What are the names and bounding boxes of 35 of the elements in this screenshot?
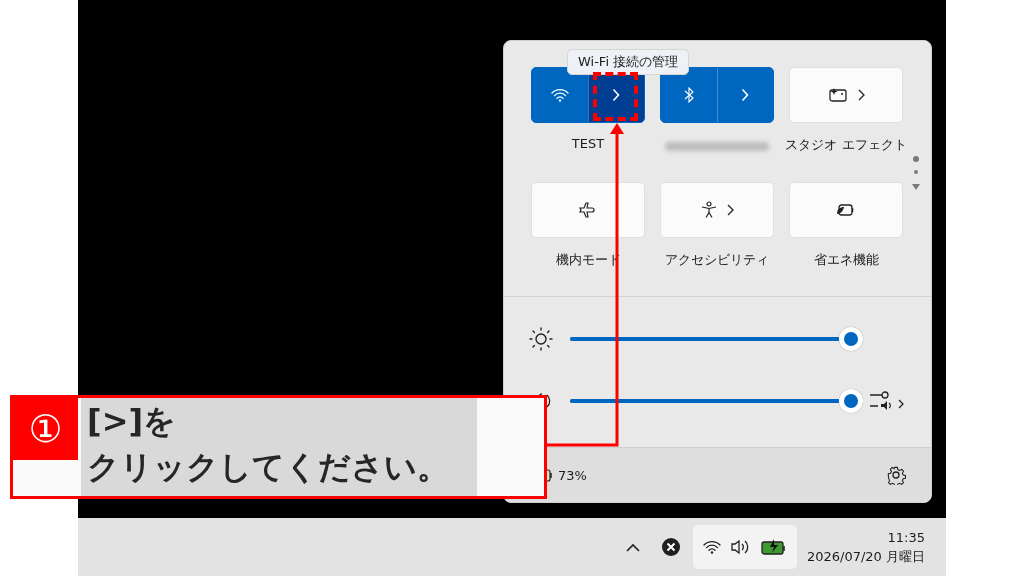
toggle-tile[interactable] [660, 67, 774, 123]
chevron-icon [612, 88, 621, 102]
chevron-icon [857, 89, 865, 101]
tooltip: Wi-Fi 接続の管理 [567, 49, 690, 75]
instruction-text: [>]を [87, 401, 178, 442]
tile-label: スタジオ エフェクト [785, 136, 907, 154]
slider-thumb[interactable] [839, 327, 863, 351]
settings-icon[interactable] [886, 465, 906, 485]
slider[interactable] [570, 327, 863, 351]
wifi-icon [550, 88, 569, 102]
airplane-icon [578, 202, 598, 218]
system-tray-button[interactable] [692, 525, 797, 569]
battery-percentage: 73% [558, 467, 587, 483]
tile-label: 省エネ機能 [813, 251, 879, 269]
chevron-icon [726, 204, 734, 216]
battery-charging-icon [760, 539, 787, 555]
slider[interactable] [570, 389, 863, 413]
clock-button[interactable]: 11:35 2026/07/20 月曜日 [806, 528, 925, 566]
slider-thumb[interactable] [839, 389, 863, 413]
tile-label: アクセシビリティ [665, 251, 769, 269]
bluetooth-icon [683, 86, 694, 104]
clock-date: 2026/07/20 月曜日 [806, 548, 925, 566]
battery-leaf-icon [836, 203, 856, 217]
close-circle-icon[interactable] [660, 537, 681, 557]
chevron-up-icon[interactable] [625, 542, 640, 552]
accessibility-icon [700, 201, 717, 219]
highlight-frame [593, 72, 638, 121]
wifi-icon [702, 540, 721, 554]
clock-time: 11:35 [887, 529, 925, 547]
step-number: ① [13, 398, 78, 460]
brightness-icon [529, 327, 553, 351]
instruction-text: クリックしてください。 [87, 447, 450, 488]
camera-sparkle-icon [827, 87, 848, 103]
chevron-icon [741, 88, 750, 102]
tile-label: TEST [571, 136, 605, 151]
